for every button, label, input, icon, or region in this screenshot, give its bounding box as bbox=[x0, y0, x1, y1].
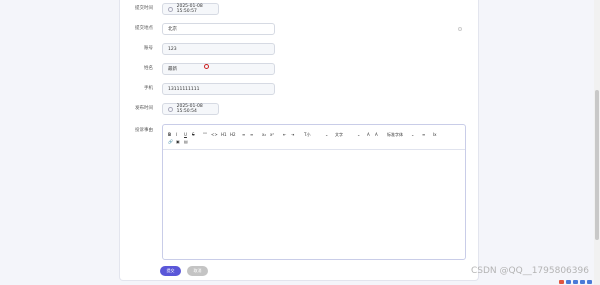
mic-icon bbox=[573, 280, 578, 284]
submit-button[interactable]: 提交 bbox=[160, 266, 181, 276]
publish-time-input[interactable]: 2025-01-08 15:50:54 bbox=[162, 103, 219, 115]
underline-button[interactable]: U bbox=[184, 133, 187, 137]
bullet-list-button[interactable]: ≡ bbox=[250, 133, 253, 137]
superscript-button[interactable]: x² bbox=[270, 133, 274, 137]
scrollbar-thumb[interactable] bbox=[595, 90, 599, 240]
cancel-button[interactable]: 取消 bbox=[187, 266, 208, 276]
indent-button[interactable]: ⇥ bbox=[291, 133, 294, 137]
header-select[interactable]: 文字 bbox=[335, 133, 343, 137]
align-button[interactable]: ≡ bbox=[422, 133, 425, 137]
ime-icon bbox=[559, 280, 564, 284]
outdent-button[interactable]: ⇤ bbox=[283, 133, 286, 137]
strike-button[interactable]: S bbox=[192, 133, 195, 137]
chevron-down-icon[interactable]: ⌄ bbox=[357, 133, 360, 137]
video-icon[interactable]: ▤ bbox=[184, 140, 188, 144]
editor-toolbar: B I U S "" <> H1 H2 ≡ ≡ x₂ x² ⇤ ⇥ T小 ⌄ 文… bbox=[163, 125, 465, 150]
blockquote-button[interactable]: "" bbox=[203, 133, 207, 137]
phone-input[interactable]: 13111111111 bbox=[162, 83, 275, 95]
bold-button[interactable]: B bbox=[168, 133, 171, 137]
watermark-text: CSDN @QQ__1795806396 bbox=[471, 266, 589, 276]
italic-button[interactable]: I bbox=[176, 133, 177, 137]
emoji-icon bbox=[580, 280, 585, 284]
image-icon[interactable]: ▣ bbox=[176, 140, 180, 144]
ordered-list-button[interactable]: ≡ bbox=[242, 133, 245, 137]
font-family-select[interactable]: 标准字体 bbox=[387, 133, 403, 137]
field-submit-time-label: 提交时间 bbox=[135, 6, 153, 11]
header2-button[interactable]: H2 bbox=[230, 133, 236, 137]
rich-text-editor[interactable]: B I U S "" <> H1 H2 ≡ ≡ x₂ x² ⇤ ⇥ T小 ⌄ 文… bbox=[162, 124, 466, 260]
link-icon[interactable]: 🔗 bbox=[168, 140, 173, 144]
cursor-indicator-icon bbox=[204, 64, 209, 69]
submit-time-input[interactable]: 2025-01-08 15:50:57 bbox=[162, 3, 219, 15]
background-color-button[interactable]: A bbox=[375, 133, 378, 137]
account-input[interactable]: 123 bbox=[162, 43, 275, 55]
field-publish-time-label: 发布时间 bbox=[135, 106, 153, 111]
complaint-reason-label: 投诉事由 bbox=[135, 128, 153, 133]
subscript-button[interactable]: x₂ bbox=[262, 133, 266, 137]
code-block-button[interactable]: <> bbox=[211, 133, 218, 137]
chevron-down-icon[interactable]: ⌄ bbox=[411, 133, 414, 137]
info-icon bbox=[458, 27, 462, 31]
chevron-down-icon[interactable]: ⌄ bbox=[325, 133, 328, 137]
name-input[interactable]: 最新 bbox=[162, 63, 275, 75]
keyboard-icon bbox=[587, 280, 592, 284]
field-location-label: 提交地点 bbox=[135, 26, 153, 31]
header1-button[interactable]: H1 bbox=[221, 133, 227, 137]
editor-content-area[interactable] bbox=[163, 150, 465, 260]
calendar-icon bbox=[168, 106, 173, 112]
field-name-label: 姓名 bbox=[144, 66, 153, 71]
location-input[interactable]: 北京 bbox=[162, 23, 275, 35]
lang-icon bbox=[566, 280, 571, 284]
font-size-select[interactable]: T小 bbox=[304, 133, 310, 137]
font-color-button[interactable]: A bbox=[367, 133, 370, 137]
field-account-label: 账号 bbox=[144, 46, 153, 51]
clear-format-button[interactable]: Ix bbox=[433, 133, 437, 137]
calendar-icon bbox=[168, 6, 173, 12]
field-phone-label: 手机 bbox=[144, 86, 153, 91]
